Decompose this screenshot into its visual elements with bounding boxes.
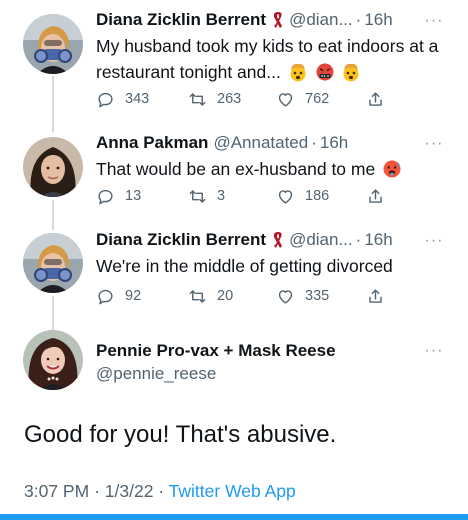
separator-dot: · bbox=[355, 230, 362, 249]
bottom-accent-bar bbox=[0, 514, 468, 520]
tweet-text: My husband took my kids to eat indoors a… bbox=[96, 33, 451, 85]
retweet-count: 263 bbox=[217, 91, 242, 107]
reply-icon bbox=[98, 189, 113, 204]
tweet-date[interactable]: 1/3/22 bbox=[105, 481, 154, 501]
avatar[interactable] bbox=[23, 14, 83, 74]
share-button[interactable] bbox=[366, 285, 395, 307]
retweet-button[interactable]: 20 bbox=[188, 285, 233, 307]
avatar[interactable] bbox=[23, 330, 83, 390]
avatar[interactable] bbox=[23, 137, 83, 197]
separator-dot: · bbox=[355, 10, 362, 29]
author-handle[interactable]: @dian... bbox=[289, 10, 353, 30]
heart-icon bbox=[278, 92, 293, 107]
reply-count: 343 bbox=[125, 91, 150, 107]
tweet-actions: 13 3 186 bbox=[96, 185, 396, 207]
main-tweet-text: Good for you! That's abusive. bbox=[24, 421, 337, 448]
source-app-link[interactable]: Twitter Web App bbox=[169, 481, 296, 501]
thread-line bbox=[52, 200, 54, 230]
tweet-header: Diana Zicklin Berrent @dian... · 16h bbox=[96, 229, 446, 251]
tweet-header: Diana Zicklin Berrent @dian... · 16h bbox=[96, 9, 446, 31]
separator-dot: · bbox=[158, 481, 165, 501]
main-tweet-header: Pennie Pro-vax + Mask Reese bbox=[96, 340, 446, 362]
main-tweet-handle-row: @pennie_reese bbox=[96, 363, 446, 385]
author-name[interactable]: Diana Zicklin Berrent bbox=[96, 230, 266, 250]
reply-icon bbox=[98, 289, 113, 304]
reply-button[interactable]: 343 bbox=[96, 88, 149, 110]
tweet-header: Anna Pakman @Annatated · 16h bbox=[96, 132, 446, 154]
retweet-button[interactable]: 3 bbox=[188, 185, 225, 207]
separator-dot: · bbox=[311, 133, 317, 152]
retweet-icon bbox=[189, 189, 206, 203]
more-options-icon[interactable]: ··· bbox=[424, 13, 444, 29]
more-options-icon[interactable]: ··· bbox=[424, 343, 444, 359]
author-name[interactable]: Anna Pakman bbox=[96, 133, 208, 153]
more-options-icon[interactable]: ··· bbox=[424, 233, 444, 249]
avatar[interactable] bbox=[23, 233, 83, 293]
tweet-actions: 343 263 762 bbox=[96, 88, 396, 110]
hot-face-emoji-icon bbox=[382, 159, 402, 179]
share-button[interactable] bbox=[366, 185, 395, 207]
like-button[interactable]: 186 bbox=[276, 185, 329, 207]
like-button[interactable]: 762 bbox=[276, 88, 329, 110]
heart-icon bbox=[278, 189, 293, 204]
like-count: 762 bbox=[305, 91, 330, 107]
author-handle[interactable]: @dian... bbox=[289, 230, 353, 250]
reply-count: 13 bbox=[125, 188, 142, 204]
retweet-icon bbox=[189, 92, 206, 106]
share-icon bbox=[369, 188, 382, 203]
author-name[interactable]: Pennie Pro-vax + Mask Reese bbox=[96, 341, 336, 361]
tweet-metadata: 3:07 PM · 1/3/22 · Twitter Web App bbox=[24, 481, 296, 502]
author-handle[interactable]: @Annatated bbox=[213, 133, 308, 153]
share-button[interactable] bbox=[366, 88, 395, 110]
tweet-body: That would be an ex-husband to me bbox=[96, 159, 376, 179]
reply-button[interactable]: 92 bbox=[96, 285, 141, 307]
thread-line bbox=[52, 76, 54, 132]
thread-line bbox=[52, 296, 54, 330]
tweet-body: We're in the middle of getting divorced bbox=[96, 256, 393, 276]
tweet-time[interactable]: 16h bbox=[364, 230, 392, 250]
tweet-body: My husband took my kids to eat indoors a… bbox=[96, 36, 439, 82]
separator-dot: · bbox=[94, 481, 100, 501]
retweet-icon bbox=[189, 289, 206, 303]
retweet-count: 3 bbox=[217, 188, 226, 204]
like-count: 186 bbox=[305, 188, 330, 204]
red-ribbon-icon bbox=[272, 11, 284, 29]
tweet-text: We're in the middle of getting divorced bbox=[96, 253, 451, 279]
author-handle[interactable]: @pennie_reese bbox=[96, 364, 216, 384]
exploding-head-emoji-icon bbox=[341, 62, 361, 82]
more-options-icon[interactable]: ··· bbox=[424, 136, 444, 152]
like-count: 335 bbox=[305, 288, 330, 304]
tweet-text: That would be an ex-husband to me bbox=[96, 156, 451, 182]
tweet-actions: 92 20 335 bbox=[96, 285, 396, 307]
tweet-time[interactable]: 16h bbox=[364, 10, 392, 30]
reply-icon bbox=[98, 92, 113, 107]
reply-button[interactable]: 13 bbox=[96, 185, 141, 207]
exploding-head-emoji-icon bbox=[288, 62, 308, 82]
author-name[interactable]: Diana Zicklin Berrent bbox=[96, 10, 266, 30]
reply-count: 92 bbox=[125, 288, 142, 304]
cursing-face-emoji-icon bbox=[315, 62, 335, 82]
retweet-count: 20 bbox=[217, 288, 234, 304]
red-ribbon-icon bbox=[272, 231, 284, 249]
retweet-button[interactable]: 263 bbox=[188, 88, 241, 110]
tweet-time[interactable]: 16h bbox=[320, 133, 348, 153]
like-button[interactable]: 335 bbox=[276, 285, 329, 307]
heart-icon bbox=[278, 289, 293, 304]
share-icon bbox=[369, 288, 382, 303]
tweet-timestamp[interactable]: 3:07 PM bbox=[24, 481, 89, 501]
share-icon bbox=[369, 91, 382, 106]
